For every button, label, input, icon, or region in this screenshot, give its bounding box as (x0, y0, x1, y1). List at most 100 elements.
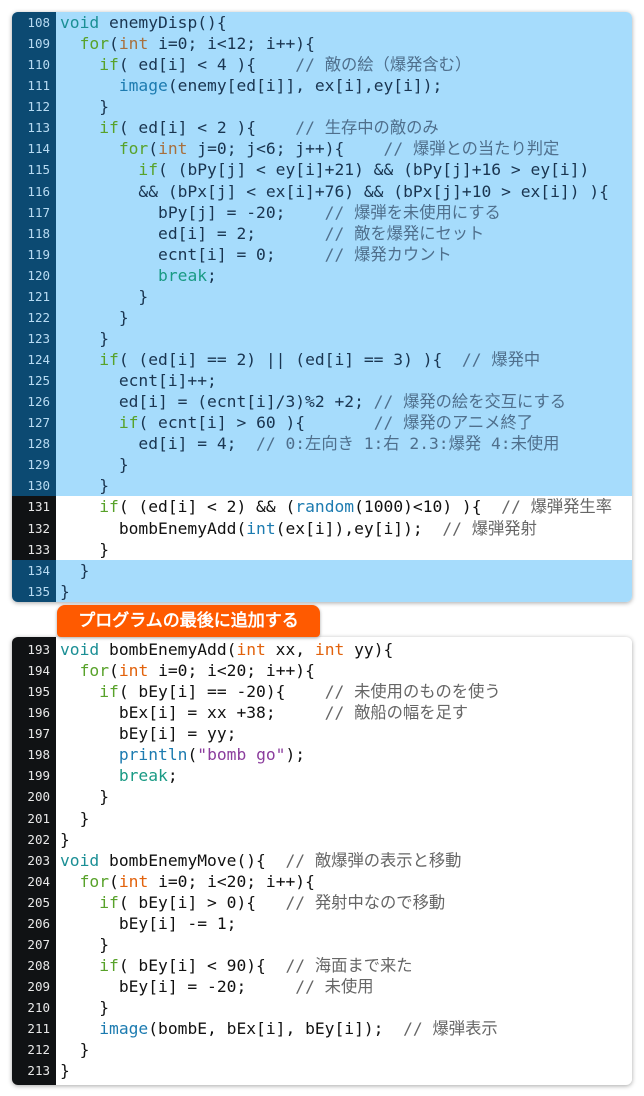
code-comment: // 発射中なので移動 (285, 892, 446, 912)
code-line: 117 bPy[j] = -20; // 爆弾を未使用にする (12, 201, 632, 223)
code-line: 109 for(int i=0; i<12; i++){ (12, 33, 632, 55)
code-comment: // 0:左向き 1:右 2.3:爆発 4:未使用 (256, 434, 560, 454)
line-number: 213 (12, 1060, 56, 1082)
code-line: 123 } (12, 327, 632, 349)
code-text: } (60, 560, 90, 581)
code-token: } (60, 787, 110, 807)
code-token: if (99, 955, 119, 975)
code-token: yy){ (344, 640, 394, 659)
code-token: ( (109, 871, 119, 891)
code-text: } (60, 934, 109, 955)
code-token: enemyDisp(){ (99, 13, 227, 32)
code-token: int (118, 661, 149, 681)
code-text: ed[i] = (ecnt[i]/3)%2 +2; // 爆発の絵を交互にする (60, 391, 566, 412)
code-text: } (60, 581, 70, 602)
code-text: } (60, 96, 109, 117)
code-token: } (60, 998, 110, 1018)
code-comment: // 爆弾発射 (442, 518, 537, 538)
code-line: 206 bEy[i] -= 1; (12, 912, 632, 934)
line-number: 121 (12, 285, 56, 307)
line-number: 119 (12, 243, 56, 265)
code-token: ecnt[i]++; (60, 371, 217, 391)
code-text: void enemyDisp(){ (60, 12, 227, 33)
code-text: } (60, 286, 148, 307)
code-line: 210 } (12, 997, 632, 1019)
code-line: 124 if( (ed[i] == 2) || (ed[i] == 3) ){ … (12, 349, 632, 371)
code-token: for (79, 661, 110, 681)
code-token: image (99, 1019, 149, 1039)
line-number: 132 (12, 517, 56, 539)
code-token: } (60, 286, 149, 306)
code-token: i=0; i<20; i++){ (148, 871, 315, 891)
code-line: 196 bEx[i] = xx +38; // 敵船の幅を足す (12, 702, 632, 724)
code-line: 133 } (12, 538, 632, 560)
code-token: if (99, 682, 119, 702)
line-number: 211 (12, 1018, 56, 1040)
code-text: } (60, 454, 129, 475)
code-line: 131 if( (ed[i] < 2) && (random(1000)<10)… (12, 496, 632, 518)
code-token: xx, (265, 640, 315, 659)
line-number: 200 (12, 786, 56, 808)
code-text: for(int i=0; i<12; i++){ (60, 33, 315, 54)
code-text: if( ecnt[i] > 60 ){ // 爆発のアニメ終了 (60, 412, 533, 433)
code-token: ed[i] = (ecnt[i]/3)%2 +2; (60, 392, 374, 412)
code-text: } (60, 307, 129, 328)
code-line: 213} (12, 1060, 632, 1082)
code-line: 208 if( bEy[i] < 90){ // 海面まで来た (12, 954, 632, 976)
code-token: for (118, 139, 149, 159)
code-token: } (60, 455, 129, 475)
code-line: 119 ecnt[i] = 0; // 爆発カウント (12, 243, 632, 265)
code-text: } (60, 1060, 70, 1081)
line-number: 198 (12, 744, 56, 766)
code-comment: // 未使用 (295, 977, 374, 996)
code-line: 212 } (12, 1039, 632, 1061)
code-token: } (60, 476, 110, 496)
code-text: break; (60, 265, 217, 286)
code-token: (1000)<10) ){ (354, 497, 502, 517)
code-line: 108 void enemyDisp(){ (12, 12, 632, 34)
code-text: if( bEy[i] == -20){ // 未使用のものを使う (60, 681, 500, 702)
code-text: bEy[i] = -20; // 未使用 (60, 976, 374, 997)
code-token: image (118, 76, 168, 96)
code-line: 130 } (12, 475, 632, 497)
code-line: 122 } (12, 306, 632, 328)
code-token: } (60, 307, 129, 327)
code-comment: // 爆弾発生率 (501, 497, 612, 517)
line-number: 210 (12, 997, 56, 1019)
code-comment: // 海面まで来た (285, 955, 413, 975)
code-comment: // 敵を爆発にセット (324, 223, 485, 243)
code-token: for (79, 871, 110, 891)
code-token: ( ed[i] < 2 ){ (118, 118, 296, 138)
code-text: && (bPx[j] < ex[i]+76) && (bPx[j]+10 > e… (60, 181, 609, 202)
code-text: if( (ed[i] == 2) || (ed[i] == 3) ){ // 爆… (60, 349, 540, 370)
code-token: bPy[j] = -20; (60, 202, 325, 222)
code-token: "bomb go" (197, 745, 286, 765)
line-number: 116 (12, 180, 56, 202)
code-text: bEy[i] = yy; (60, 723, 237, 744)
code-token: ( (ed[i] < 2) && ( (118, 497, 296, 517)
code-token: ( (bPy[j] < ey[i]+21) && (bPy[j]+16 > ey… (158, 160, 590, 180)
code-text: if( (bPy[j] < ey[i]+21) && (bPy[j]+16 > … (60, 159, 589, 180)
code-token: ed[i] = 4; (60, 434, 257, 454)
code-token: bombEnemyAdd( (60, 518, 247, 538)
code-token: if (99, 892, 119, 912)
code-line: 211 image(bombE, bEx[i], bEy[i]); // 爆弾表… (12, 1018, 632, 1040)
code-token: bombEnemyMove(){ (99, 850, 286, 870)
line-number: 113 (12, 117, 56, 139)
code-line: 129 } (12, 454, 632, 476)
code-token: void (60, 640, 100, 659)
code-line: 198 println("bomb go"); (12, 744, 632, 766)
line-number: 196 (12, 702, 56, 724)
line-number: 130 (12, 475, 56, 497)
code-token: ed[i] = 2; (60, 223, 325, 243)
code-text: println("bomb go"); (60, 744, 305, 765)
code-line: 110 if( ed[i] < 4 ){ // 敵の絵（爆発含む） (12, 54, 632, 76)
